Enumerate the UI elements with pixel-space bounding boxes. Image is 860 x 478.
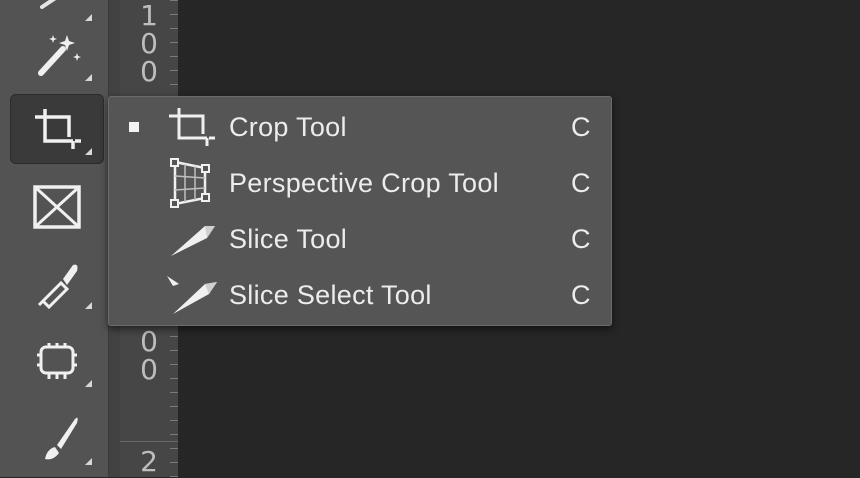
ruler-digit: 0 (140, 353, 158, 386)
tool-magic-wand[interactable] (10, 20, 104, 90)
ruler-digit: 1 (140, 0, 158, 32)
tool-crop[interactable] (10, 94, 104, 164)
ruler-digit: 2 (140, 445, 158, 478)
brush-icon (45, 417, 78, 460)
ruler-separator (120, 441, 178, 442)
slice-icon (165, 214, 221, 264)
selected-indicator (129, 122, 139, 132)
menu-item-shortcut: C (571, 223, 591, 254)
ruler-digit: 0 (140, 325, 158, 358)
menu-item-shortcut: C (571, 167, 591, 198)
tool-brush[interactable] (10, 404, 104, 474)
menu-item-label: Slice Select Tool (229, 279, 432, 310)
menu-item-slice-tool[interactable]: Slice Tool C (109, 211, 611, 267)
perspective-crop-icon (165, 158, 221, 208)
magic-wand-icon (38, 35, 81, 76)
crop-icon (165, 102, 221, 152)
tool-eyedropper[interactable] (10, 248, 104, 318)
eyedropper-icon (37, 264, 78, 310)
frame-icon (33, 185, 81, 229)
ruler-digit: 0 (140, 27, 158, 60)
menu-item-perspective-crop-tool[interactable]: Perspective Crop Tool C (109, 155, 611, 211)
menu-item-shortcut: C (571, 279, 591, 310)
slice-select-icon (165, 270, 221, 320)
menu-item-label: Crop Tool (229, 111, 347, 142)
crop-tool-flyout-menu: Crop Tool C Perspective Crop Tool C Slic… (108, 96, 612, 326)
ruler-digit: 0 (140, 55, 158, 88)
tools-panel (0, 0, 110, 477)
menu-item-slice-select-tool[interactable]: Slice Select Tool C (109, 267, 611, 323)
menu-item-crop-tool[interactable]: Crop Tool C (109, 99, 611, 155)
menu-item-shortcut: C (571, 111, 591, 142)
crop-icon (35, 109, 81, 149)
menu-item-label: Perspective Crop Tool (229, 167, 499, 198)
selection-icon (40, 0, 57, 9)
patch-icon (37, 343, 77, 379)
tool-frame[interactable] (10, 172, 104, 242)
menu-item-label: Slice Tool (229, 223, 348, 254)
tool-patch[interactable] (10, 326, 104, 396)
